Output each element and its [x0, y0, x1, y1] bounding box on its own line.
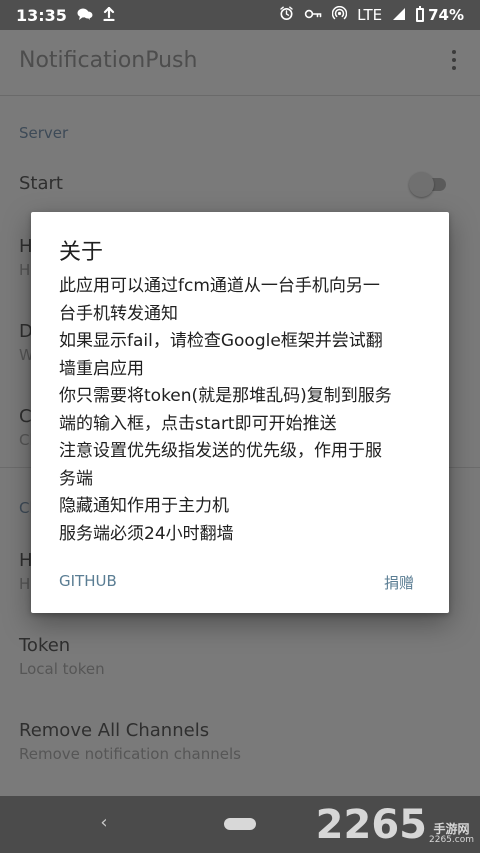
start-toggle[interactable] — [409, 172, 449, 197]
start-title: Start — [19, 173, 63, 194]
watermark-top-text: 手游网 — [433, 821, 470, 836]
dialog-line-7: 注意设置优先级指发送的优先级，作用于服 — [59, 441, 382, 461]
remove-all-channels-title: Remove All Channels — [19, 720, 210, 741]
watermark-number: 2265 — [315, 802, 427, 848]
app-title: NotificationPush — [19, 48, 198, 73]
battery-percent: 74% — [428, 6, 464, 24]
start-preference[interactable]: Start — [19, 173, 449, 194]
status-bar: 13:35 LTE 74% — [0, 0, 480, 30]
remove-all-channels-summary: Remove notification channels — [19, 745, 241, 763]
battery-icon — [416, 6, 425, 22]
dialog-body: 此应用可以通过fcm通道从一台手机向另一 台手机转发通知 如果显示fail，请检… — [59, 273, 421, 548]
dialog-line-3: 如果显示fail，请检查Google框架并尝试翻 — [59, 331, 383, 351]
server-section-label: Server — [19, 124, 69, 142]
vpn-key-icon — [304, 8, 322, 23]
site-watermark: 2265 手游网 2265.com — [316, 805, 474, 845]
dialog-line-2: 台手机转发通知 — [59, 303, 178, 324]
dialog-line-5: 你只需要将token(就是那堆乱码)复制到服务 — [59, 386, 392, 406]
status-left-group: 13:35 — [16, 6, 115, 25]
status-time: 13:35 — [16, 5, 67, 25]
dialog-line-1: 此应用可以通过fcm通道从一台手机向另一 — [59, 276, 380, 296]
dialog-line-6: 端的输入框，点击start即可开始推送 — [59, 413, 337, 434]
dialog-title: 关于 — [59, 240, 104, 265]
about-dialog: 关于 此应用可以通过fcm通道从一台手机向另一 台手机转发通知 如果显示fail… — [31, 212, 449, 613]
alarm-icon — [279, 6, 294, 24]
status-right-group: LTE 74% — [279, 5, 464, 24]
app-bar: NotificationPush — [0, 30, 480, 96]
hotspot-icon — [331, 5, 348, 24]
upload-icon — [103, 6, 115, 24]
token-preference[interactable]: Token Local token — [19, 635, 449, 678]
dialog-line-8: 务端 — [59, 468, 93, 489]
remove-all-channels-preference[interactable]: Remove All Channels Remove notification … — [19, 720, 449, 763]
donate-button[interactable]: 捐赠 — [384, 572, 414, 593]
dialog-line-9: 隐藏通知作用于主力机 — [59, 496, 229, 516]
token-summary: Local token — [19, 660, 105, 678]
back-icon[interactable]: ‹ — [95, 814, 113, 832]
watermark-bottom-text: 2265.com — [429, 834, 474, 845]
battery-status: 74% — [416, 6, 464, 24]
network-label: LTE — [357, 6, 383, 24]
signal-icon — [392, 7, 406, 24]
github-button[interactable]: GITHUB — [59, 572, 117, 590]
dialog-line-10: 服务端必须24小时翻墙 — [59, 523, 234, 544]
dialog-line-4: 墙重启应用 — [59, 358, 144, 379]
start-toggle-thumb — [409, 172, 434, 197]
more-vert-icon[interactable] — [450, 50, 458, 74]
watermark-subtext: 手游网 2265.com — [429, 823, 474, 845]
home-pill-icon[interactable] — [224, 818, 256, 830]
token-title: Token — [19, 635, 71, 656]
chat-icon — [77, 7, 93, 24]
navigation-bar: ‹ 2265 手游网 2265.com — [0, 796, 480, 853]
